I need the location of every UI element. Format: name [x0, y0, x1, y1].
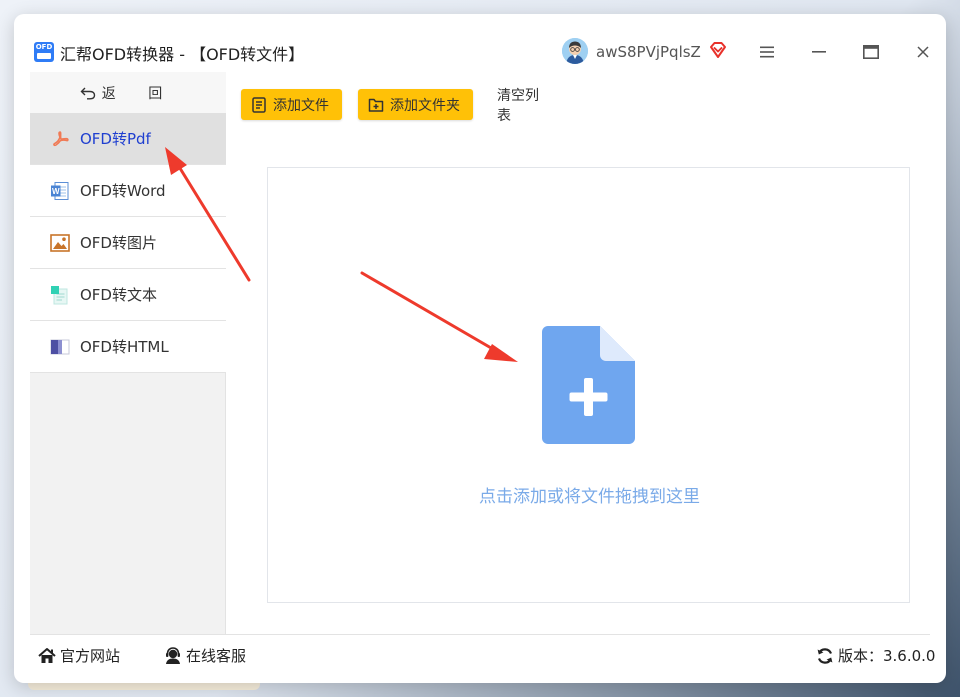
- sidebar-item-label: OFD转Pdf: [80, 130, 151, 148]
- image-icon: [50, 233, 70, 253]
- user-avatar[interactable]: [562, 38, 588, 64]
- app-window: OFD 汇帮OFD转换器 - 【OFD转文件】 awS8PVjPqlsZ 返 回…: [14, 14, 946, 683]
- sidebar-item-label: OFD转文本: [80, 286, 157, 304]
- add-folder-label: 添加文件夹: [390, 97, 460, 114]
- official-website-link[interactable]: 官方网站: [38, 645, 120, 666]
- maximize-button[interactable]: [858, 40, 884, 64]
- sidebar-item-label: OFD转Word: [80, 182, 166, 200]
- hamburger-icon: [760, 46, 774, 58]
- file-drop-zone[interactable]: 点击添加或将文件拖拽到这里: [267, 167, 910, 603]
- drop-hint-text: 点击添加或将文件拖拽到这里: [479, 487, 700, 507]
- refresh-icon[interactable]: [816, 647, 834, 665]
- status-bar: 官方网站 在线客服 版本：3.6.0.0: [30, 634, 935, 674]
- clear-list-button[interactable]: 清空列表: [487, 88, 557, 124]
- sidebar-item-ofd-to-image[interactable]: OFD转图片: [30, 217, 226, 269]
- sidebar-item-label: OFD转HTML: [80, 338, 169, 356]
- add-file-label: 添加文件: [273, 97, 329, 114]
- add-folder-icon: [368, 97, 384, 113]
- username[interactable]: awS8PVjPqlsZ: [596, 43, 701, 61]
- minimize-button[interactable]: [806, 40, 832, 64]
- minimize-icon: [812, 51, 826, 53]
- close-button[interactable]: [910, 40, 936, 64]
- close-icon: [917, 46, 929, 58]
- home-icon: [38, 647, 56, 665]
- word-icon: W: [50, 181, 70, 201]
- vip-diamond-icon[interactable]: [708, 40, 728, 60]
- sidebar: 返 回 OFD转Pdf W OFD转Word OFD转图片 OFD转文本 OFD…: [30, 72, 226, 634]
- svg-text:W: W: [52, 187, 60, 196]
- text-document-icon: [50, 285, 70, 305]
- online-service-label: 在线客服: [186, 647, 247, 665]
- sidebar-item-ofd-to-text[interactable]: OFD转文本: [30, 269, 226, 321]
- online-service-link[interactable]: 在线客服: [164, 645, 246, 666]
- menu-button[interactable]: [754, 40, 780, 64]
- sidebar-item-ofd-to-html[interactable]: OFD转HTML: [30, 321, 226, 373]
- sidebar-item-label: OFD转图片: [80, 234, 157, 252]
- official-website-label: 官方网站: [60, 647, 121, 665]
- add-file-button[interactable]: 添加文件: [241, 89, 342, 120]
- window-title: 汇帮OFD转换器 - 【OFD转文件】: [60, 45, 305, 64]
- title-bar: OFD 汇帮OFD转换器 - 【OFD转文件】 awS8PVjPqlsZ: [14, 14, 946, 72]
- version-info: 版本：3.6.0.0: [816, 645, 935, 666]
- add-file-icon: [542, 326, 635, 444]
- pdf-icon: [50, 129, 70, 149]
- back-label: 返 回: [101, 85, 177, 102]
- back-button[interactable]: 返 回: [30, 72, 226, 113]
- add-folder-button[interactable]: 添加文件夹: [358, 89, 473, 120]
- clear-list-label: 清空列表: [497, 87, 539, 124]
- customer-service-icon: [164, 646, 182, 665]
- file-list-icon: [251, 96, 267, 113]
- maximize-icon: [863, 45, 879, 59]
- app-logo-text: OFD: [35, 43, 53, 51]
- back-arrow-icon: [80, 87, 95, 99]
- version-label: 版本：3.6.0.0: [838, 647, 936, 665]
- app-logo-icon: OFD: [34, 42, 54, 62]
- html-icon: [50, 337, 70, 357]
- sidebar-item-ofd-to-word[interactable]: W OFD转Word: [30, 165, 226, 217]
- sidebar-item-ofd-to-pdf[interactable]: OFD转Pdf: [30, 113, 226, 165]
